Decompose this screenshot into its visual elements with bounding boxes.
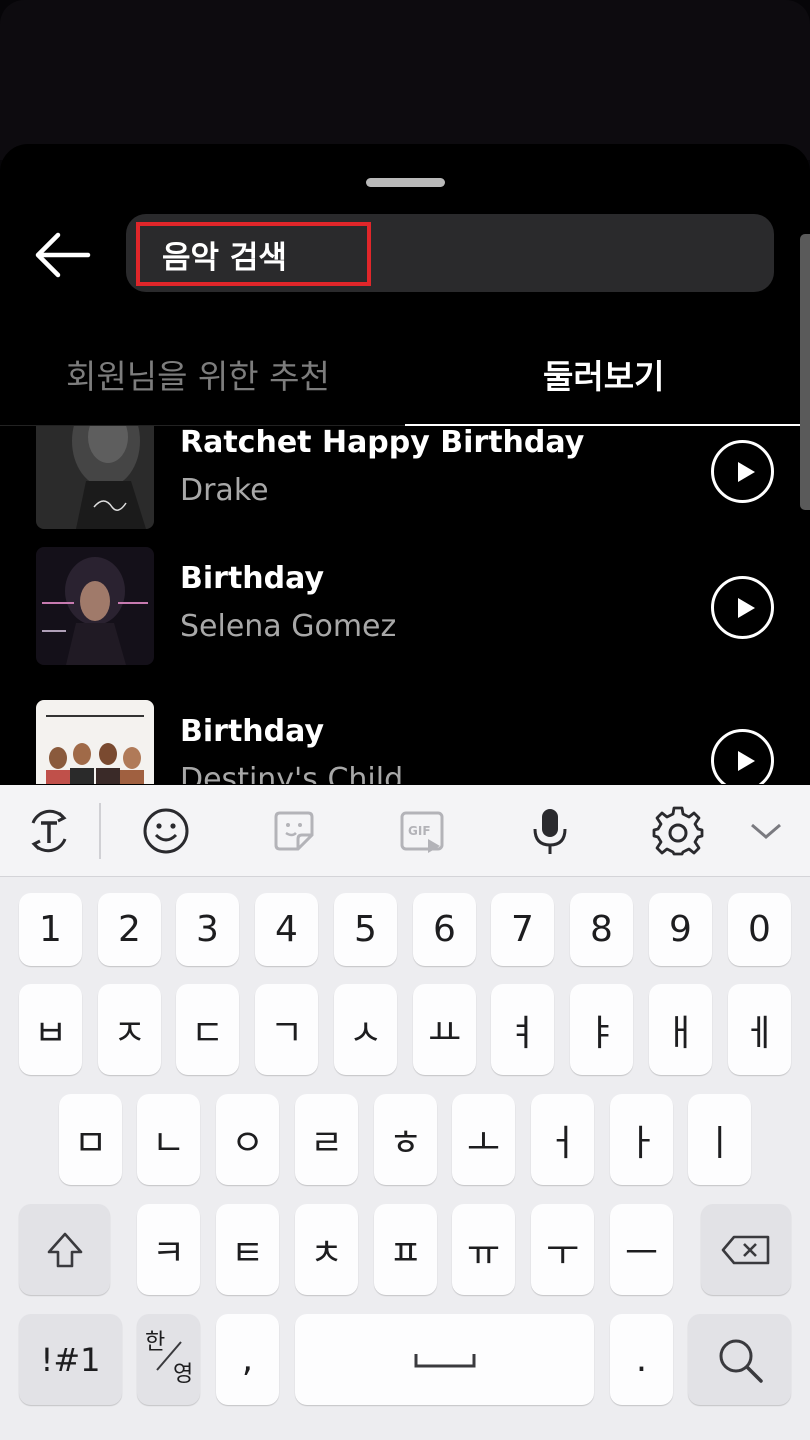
key[interactable]: 1	[19, 893, 82, 966]
song-title: Birthday	[180, 561, 324, 596]
song-artist: Destiny's Child	[180, 762, 404, 784]
shift-key[interactable]	[19, 1204, 110, 1295]
tab-recommended[interactable]: 회원님을 위한 추천	[66, 350, 330, 398]
song-artist: Selena Gomez	[180, 609, 397, 644]
key[interactable]: ㅎ	[374, 1094, 437, 1185]
key[interactable]: ㅜ	[531, 1204, 594, 1295]
svg-text:GIF: GIF	[408, 824, 431, 838]
key[interactable]: ㅣ	[688, 1094, 751, 1185]
play-icon[interactable]	[711, 729, 774, 784]
key[interactable]: ㅅ	[334, 984, 397, 1075]
search-icon	[719, 1339, 763, 1383]
key[interactable]: ㅡ	[610, 1204, 673, 1295]
key[interactable]: ㅊ	[295, 1204, 358, 1295]
scrollbar[interactable]	[800, 234, 810, 510]
key[interactable]: 8	[570, 893, 633, 966]
key[interactable]: ㅌ	[216, 1204, 279, 1295]
sheet-drag-handle[interactable]	[366, 178, 445, 187]
key[interactable]: 6	[413, 893, 476, 966]
key[interactable]: ㅁ	[59, 1094, 122, 1185]
period-key[interactable]: .	[610, 1314, 673, 1405]
key[interactable]: 5	[334, 893, 397, 966]
key[interactable]: ㅓ	[531, 1094, 594, 1185]
key[interactable]: ㅂ	[19, 984, 82, 1075]
search-input[interactable]	[136, 222, 371, 286]
song-list[interactable]: Ratchet Happy Birthday Drake Birthday Se…	[0, 426, 810, 784]
emoji-icon[interactable]	[140, 805, 192, 857]
search-bar[interactable]	[126, 214, 774, 292]
search-key[interactable]	[688, 1314, 791, 1405]
key[interactable]: ㅏ	[610, 1094, 673, 1185]
key[interactable]: ㄱ	[255, 984, 318, 1075]
language-switch-key[interactable]: 한 영	[137, 1314, 200, 1405]
key[interactable]: 0	[728, 893, 791, 966]
key[interactable]: ㅇ	[216, 1094, 279, 1185]
symbols-key[interactable]: !#1	[19, 1314, 122, 1405]
song-row[interactable]: Ratchet Happy Birthday Drake	[0, 426, 810, 564]
text-mode-icon[interactable]	[23, 805, 75, 857]
lang-secondary-label: 영	[173, 1362, 194, 1387]
key[interactable]: 7	[491, 893, 554, 966]
song-title: Birthday	[180, 714, 324, 749]
key[interactable]: ㅕ	[491, 984, 554, 1075]
back-arrow-icon[interactable]	[34, 232, 92, 278]
key[interactable]: ㄹ	[295, 1094, 358, 1185]
album-cover	[36, 547, 154, 665]
settings-icon[interactable]	[652, 805, 704, 857]
comma-key[interactable]: ,	[216, 1314, 279, 1405]
key[interactable]: 4	[255, 893, 318, 966]
keyboard-toolbar: GIF	[0, 785, 810, 877]
song-title: Ratchet Happy Birthday	[180, 426, 585, 460]
backspace-key[interactable]	[701, 1204, 791, 1295]
song-artist: Drake	[180, 473, 269, 508]
album-cover	[36, 700, 154, 784]
key[interactable]: 3	[176, 893, 239, 966]
background-overlay	[0, 0, 810, 160]
key[interactable]: ㅔ	[728, 984, 791, 1075]
song-row[interactable]: Birthday Selena Gomez	[0, 547, 810, 700]
song-row[interactable]: Birthday Destiny's Child	[0, 700, 810, 784]
chevron-down-icon[interactable]	[740, 805, 792, 857]
key[interactable]: ㅠ	[452, 1204, 515, 1295]
key[interactable]: ㄷ	[176, 984, 239, 1075]
play-icon[interactable]	[711, 576, 774, 639]
key[interactable]: ㅋ	[137, 1204, 200, 1295]
key[interactable]: ㅑ	[570, 984, 633, 1075]
key[interactable]: ㅈ	[98, 984, 161, 1075]
album-cover	[36, 426, 154, 529]
toolbar-divider	[99, 803, 101, 859]
microphone-icon[interactable]	[524, 805, 576, 857]
key[interactable]: 2	[98, 893, 161, 966]
keyboard: GIF 1 2 3 4 5 6 7 8 9 0 ㅂ ㅈ ㄷ ㄱ ㅅ ㅛ ㅕ ㅑ …	[0, 785, 810, 1440]
key[interactable]: 9	[649, 893, 712, 966]
backspace-icon	[721, 1235, 770, 1264]
key[interactable]: ㅛ	[413, 984, 476, 1075]
shift-icon	[47, 1232, 82, 1267]
tab-browse[interactable]: 둘러보기	[543, 350, 664, 398]
space-key[interactable]	[295, 1314, 594, 1405]
key[interactable]: ㅐ	[649, 984, 712, 1075]
sticker-icon[interactable]	[268, 805, 320, 857]
key[interactable]: ㄴ	[137, 1094, 200, 1185]
key[interactable]: ㅗ	[452, 1094, 515, 1185]
play-icon[interactable]	[711, 440, 774, 503]
key[interactable]: ㅍ	[374, 1204, 437, 1295]
gif-icon[interactable]: GIF	[396, 805, 448, 857]
space-icon	[414, 1353, 475, 1367]
